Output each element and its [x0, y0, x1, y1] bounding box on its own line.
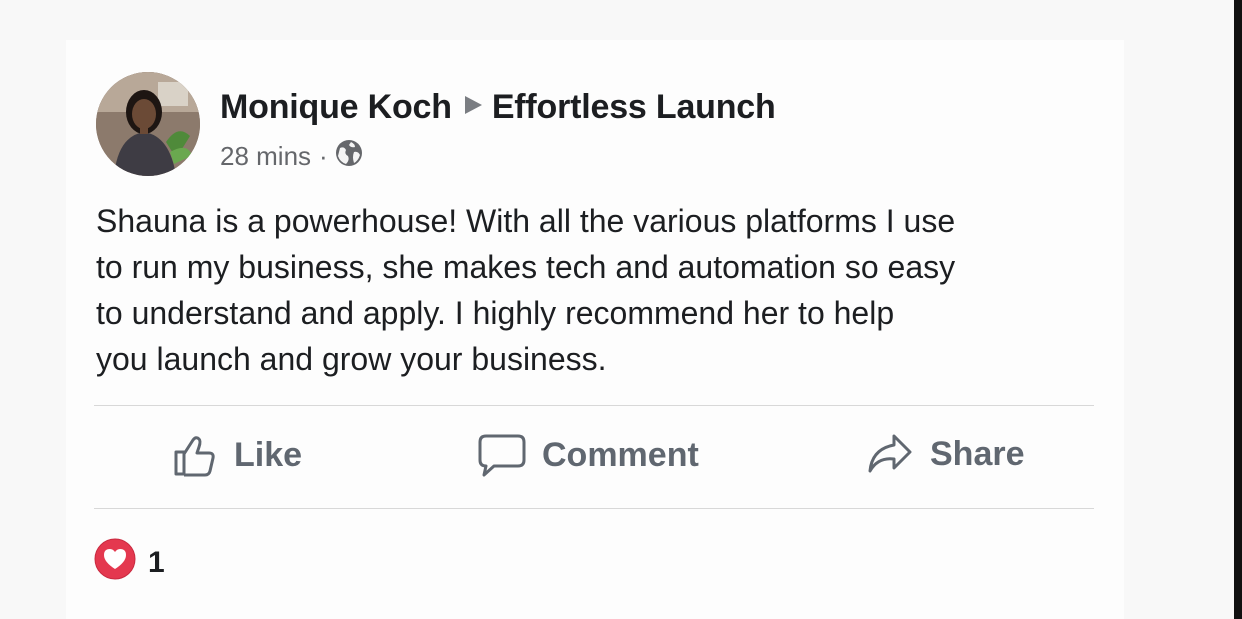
- screenshot-frame: Monique Koch Effortless Launch 28 mins · …: [0, 0, 1242, 619]
- post-text-line: to understand and apply. I highly recomm…: [96, 295, 895, 331]
- like-label: Like: [234, 435, 303, 474]
- triangle-right-icon: [462, 86, 484, 125]
- reaction-count: 1: [148, 546, 165, 579]
- comment-button[interactable]: Comment: [478, 432, 699, 478]
- share-button[interactable]: Share: [866, 432, 1025, 476]
- post-text-line: Shauna is a powerhouse! With all the var…: [96, 203, 956, 239]
- post-text-line: you launch and grow your business.: [96, 341, 607, 377]
- author-name[interactable]: Monique Koch: [220, 88, 452, 126]
- action-bar: Like Comment Share: [94, 408, 1094, 508]
- post-timestamp[interactable]: 28 mins: [220, 141, 311, 172]
- comment-bubble-icon: [478, 434, 526, 477]
- post-meta: 28 mins ·: [220, 138, 364, 175]
- post-card: Monique Koch Effortless Launch 28 mins · …: [66, 40, 1124, 619]
- screen-edge: [1234, 0, 1242, 619]
- divider-bottom: [94, 508, 1094, 509]
- heart-reaction-icon: [94, 538, 136, 588]
- post-header: Monique Koch Effortless Launch: [220, 86, 776, 127]
- reactions-summary[interactable]: 1: [94, 538, 165, 588]
- share-arrow-icon: [868, 434, 912, 473]
- meta-separator: ·: [319, 141, 328, 171]
- post-body: Shauna is a powerhouse! With all the var…: [96, 198, 1106, 382]
- thumbs-up-icon: [174, 436, 215, 477]
- group-name[interactable]: Effortless Launch: [492, 88, 776, 126]
- divider-top: [94, 405, 1094, 406]
- post-text-line: to run my business, she makes tech and a…: [96, 249, 956, 285]
- globe-icon: [334, 138, 364, 175]
- comment-label: Comment: [542, 435, 699, 474]
- like-button[interactable]: Like: [172, 432, 302, 478]
- avatar[interactable]: [96, 72, 200, 176]
- share-label: Share: [930, 434, 1025, 473]
